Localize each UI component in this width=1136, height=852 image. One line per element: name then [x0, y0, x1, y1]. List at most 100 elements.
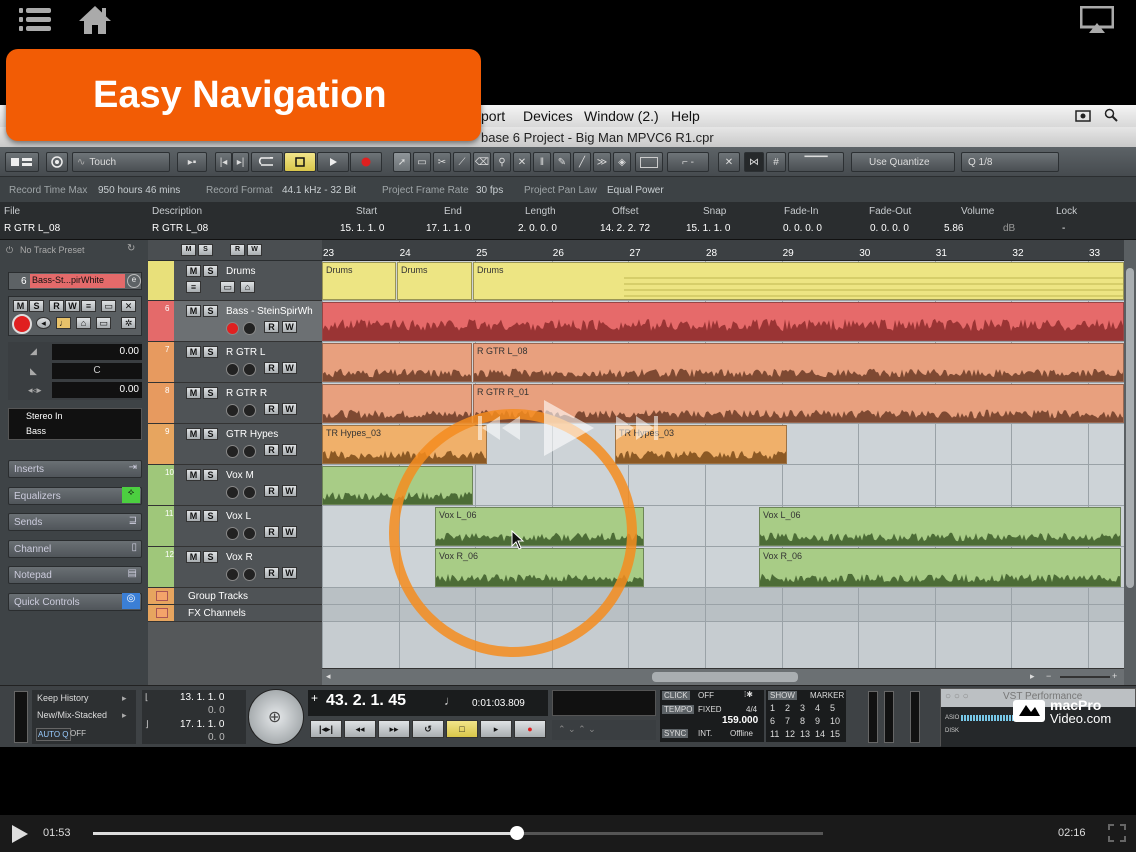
track-solo-button[interactable]: S [203, 346, 218, 358]
play-button[interactable] [317, 152, 349, 172]
menu-item-help[interactable]: Help [671, 108, 700, 124]
marker-locate-button[interactable]: 13 [800, 729, 810, 739]
track-record-button[interactable] [226, 363, 239, 376]
spotlight-search-icon[interactable] [1104, 108, 1118, 125]
play-overlay-icon[interactable] [540, 398, 596, 458]
track-row[interactable]: 12 Vox R MS RW [148, 547, 322, 588]
signature-value[interactable]: 4/4 [746, 705, 757, 714]
grid-button[interactable]: # [766, 152, 786, 172]
inspector-track-header[interactable]: 6 Bass-St...pirWhite e [8, 272, 142, 290]
inspector-section-sends[interactable]: Sends ⊒ [8, 513, 142, 531]
track-row[interactable]: 11 Vox L MS RW [148, 506, 322, 547]
track-solo-button[interactable]: S [203, 551, 218, 563]
info-value-volume[interactable]: 5.86 [944, 223, 963, 234]
sync-label[interactable]: SYNC [662, 729, 689, 738]
tempo-label[interactable]: TEMPO [662, 705, 695, 714]
track-write-button[interactable]: W [282, 444, 297, 456]
fast-forward-button[interactable]: ▸▸ [378, 720, 410, 738]
track-mute-button[interactable]: M [186, 265, 201, 277]
track-solo-button[interactable]: S [203, 510, 218, 522]
track-name[interactable]: GTR Hypes [226, 429, 278, 440]
automation-mode-select[interactable]: ∿ Touch [72, 152, 170, 172]
constrain-delay-button[interactable] [46, 152, 68, 172]
scroll-thumb[interactable] [652, 672, 798, 682]
track-record-button[interactable] [226, 486, 239, 499]
go-to-start-button[interactable]: |◂ [215, 152, 232, 172]
audio-event[interactable]: Vox L_06 [759, 507, 1121, 546]
audio-event[interactable] [322, 302, 1124, 341]
track-read-button[interactable]: R [264, 321, 279, 333]
folder-lanes-button[interactable]: ▭ [220, 281, 235, 293]
position-bars-value[interactable]: 43. 2. 1. 45 [326, 692, 406, 710]
track-solo-button[interactable]: S [203, 387, 218, 399]
track-row[interactable]: FX Channels [148, 605, 322, 622]
track-write-button[interactable]: W [282, 321, 297, 333]
track-name[interactable]: R GTR R [226, 388, 267, 399]
global-read-button[interactable]: R [230, 244, 245, 256]
track-row[interactable]: 10 Vox M MS RW [148, 465, 322, 506]
vst-window-controls[interactable]: ○ ○ ○ [945, 691, 969, 702]
skip-forward-icon[interactable] [614, 413, 660, 443]
track-solo-button[interactable]: S [203, 265, 218, 277]
track-write-button[interactable]: W [282, 403, 297, 415]
zoom-tool[interactable]: ⚲ [493, 152, 511, 172]
track-record-button[interactable] [226, 322, 239, 335]
track-write-button[interactable]: W [282, 362, 297, 374]
player-play-icon[interactable] [10, 824, 30, 844]
track-write-button[interactable]: W [282, 485, 297, 497]
airplay-icon[interactable] [1079, 5, 1115, 34]
inspector-section-equalizers[interactable]: Equalizers ⟡ [8, 487, 142, 505]
audio-event[interactable] [322, 384, 472, 423]
global-write-button[interactable]: W [247, 244, 262, 256]
stop-button[interactable] [284, 152, 316, 172]
info-value-fade-out[interactable]: 0. 0. 0. 0 [870, 223, 909, 234]
click-label[interactable]: CLICK [662, 691, 690, 700]
track-monitor-button[interactable] [243, 322, 256, 335]
play-tool[interactable]: ≫ [593, 152, 611, 172]
vertical-scrollbar[interactable] [1124, 240, 1136, 685]
track-solo-button[interactable]: S [203, 469, 218, 481]
right-locator-value[interactable]: 17. 1. 1. 0 [180, 719, 224, 730]
track-monitor-button[interactable] [243, 363, 256, 376]
transport-go-to-start-button[interactable]: |◂▸| [310, 720, 342, 738]
inspector-track-name[interactable]: Bass-St...pirWhite [30, 274, 125, 288]
track-record-button[interactable] [226, 527, 239, 540]
track-record-button[interactable] [226, 445, 239, 458]
edit-channel-icon[interactable]: e [127, 274, 141, 288]
solo-button[interactable]: S [29, 300, 44, 312]
lock-button[interactable]: ⌂ [76, 317, 91, 329]
track-read-button[interactable]: R [264, 567, 279, 579]
track-mute-button[interactable]: M [186, 551, 201, 563]
monitor-button[interactable]: ≡ [81, 300, 96, 312]
folder-open-icon[interactable]: ⌂ [240, 281, 255, 293]
marker-locate-button[interactable]: 5 [830, 703, 835, 713]
track-record-button[interactable] [226, 568, 239, 581]
pan-value[interactable]: C [52, 363, 142, 379]
refresh-icon[interactable]: ↻ [127, 243, 135, 254]
track-write-button[interactable]: W [282, 567, 297, 579]
track-name[interactable]: R GTR L [226, 347, 265, 358]
output-routing[interactable]: Bass [26, 426, 46, 436]
vertical-scroll-thumb[interactable] [1126, 268, 1134, 588]
menu-item-transport[interactable]: port [481, 108, 505, 124]
track-name[interactable]: Vox R [226, 552, 253, 563]
marker-locate-button[interactable]: 9 [815, 716, 820, 726]
track-mute-button[interactable]: M [186, 387, 201, 399]
freeze-button[interactable]: ✕ [121, 300, 136, 312]
marker-locate-button[interactable]: 3 [800, 703, 805, 713]
track-mute-button[interactable]: M [186, 346, 201, 358]
track-row[interactable]: 7 R GTR L MS RW [148, 342, 322, 383]
range-tool[interactable]: ▭ [413, 152, 431, 172]
record-button[interactable] [350, 152, 382, 172]
marker-locate-button[interactable]: 1 [770, 703, 775, 713]
audio-event[interactable]: Vox R_06 [759, 548, 1121, 587]
mute-tool[interactable]: ✕ [513, 152, 531, 172]
track-row[interactable]: Group Tracks [148, 588, 322, 605]
horizontal-scrollbar[interactable]: ◂ ▸ − + [322, 668, 1124, 685]
track-name[interactable]: Drums [226, 266, 255, 277]
info-value-offset[interactable]: 14. 2. 2. 72 [600, 223, 650, 234]
quantize-type-select[interactable]: Use Quantize [851, 152, 955, 172]
zoom-out-icon[interactable]: − [1046, 671, 1051, 681]
marker-locate-button[interactable]: 8 [800, 716, 805, 726]
volume-value[interactable]: 0.00 [52, 344, 142, 360]
